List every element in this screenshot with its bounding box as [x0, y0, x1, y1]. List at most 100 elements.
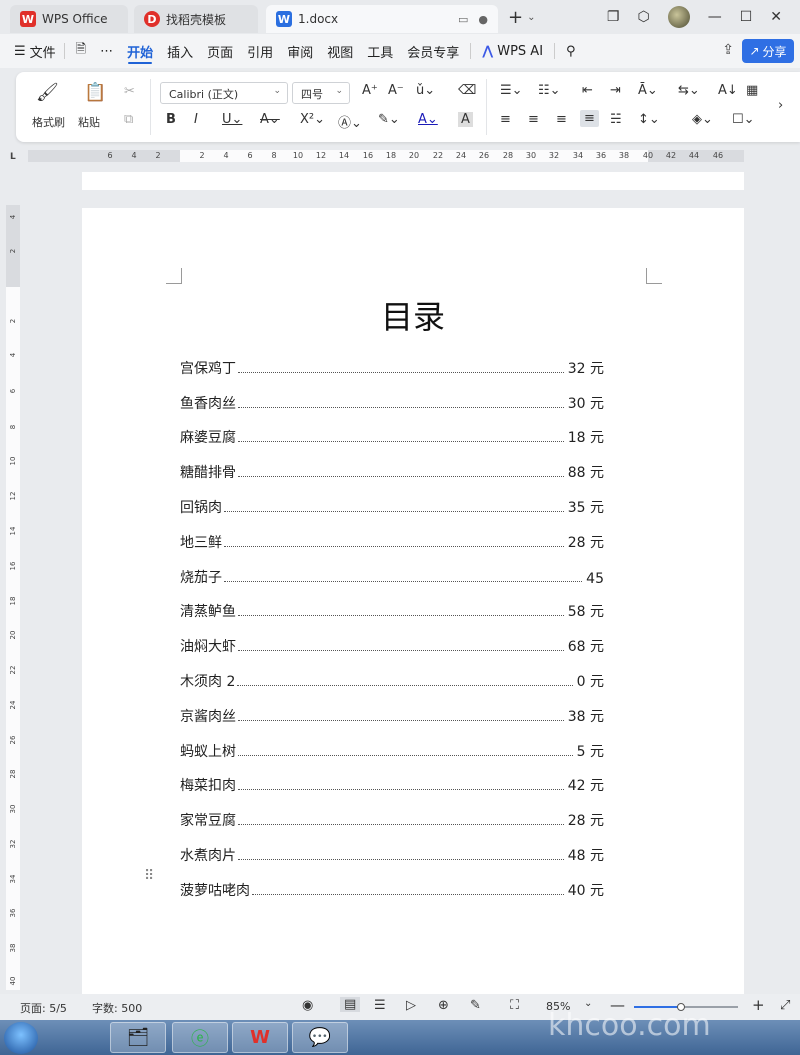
toc-entry[interactable]: 菠萝咕咾肉 40 元 — [180, 865, 604, 900]
decrease-indent-icon[interactable]: ⇤ — [582, 83, 593, 98]
toc-entry[interactable]: 糖醋排骨 88 元 — [180, 447, 604, 482]
chevron-right-icon[interactable]: › — [778, 98, 783, 113]
strikethrough-icon[interactable]: A⌄ — [260, 112, 280, 127]
align-center-icon[interactable]: ≡ — [528, 112, 539, 127]
menu-page[interactable]: 页面 — [200, 34, 240, 68]
screen-icon[interactable]: ▭ — [458, 13, 468, 26]
tab-document[interactable]: W 1.docx ▭ ● — [266, 5, 498, 33]
paste-icon[interactable]: 📋 — [84, 82, 106, 103]
italic-icon[interactable]: I — [194, 112, 198, 127]
document-page[interactable]: 目录 宫保鸡丁 32 元鱼香肉丝 30 元麻婆豆腐 18 元糖醋排骨 88 元回锅肉 35… — [82, 208, 744, 994]
text-direction-icon[interactable]: Ā⌄ — [638, 83, 658, 98]
maximize-icon[interactable]: ☐ — [740, 9, 753, 25]
fit-page-icon[interactable]: ⛶ — [510, 998, 519, 1013]
menu-file[interactable]: ☰ 文件 — [0, 34, 60, 68]
toc-entry[interactable]: 蚂蚁上树 5 元 — [180, 726, 604, 761]
font-grow-icon[interactable]: A⁺ — [362, 83, 378, 98]
tab-template[interactable]: D 找稻壳模板 — [134, 5, 258, 33]
eye-icon[interactable]: ◉ — [302, 998, 313, 1013]
dot-icon[interactable]: ● — [478, 13, 488, 26]
menu-member[interactable]: 会员专享 — [400, 34, 466, 68]
toc-entry[interactable]: 油焖大虾 68 元 — [180, 621, 604, 656]
toc-entry[interactable]: 宫保鸡丁 32 元 — [180, 343, 604, 378]
horizontal-ruler[interactable]: 6 4 2 2 4 6 8 10 12 14 16 18 20 22 24 26… — [28, 150, 744, 162]
underline-icon[interactable]: U⌄ — [222, 112, 242, 127]
font-size-select[interactable]: 四号 ⌄ — [292, 82, 350, 104]
increase-indent-icon[interactable]: ⇥ — [610, 83, 621, 98]
word-count[interactable]: 字数: 500 — [92, 1000, 142, 1016]
toc-title[interactable]: 目录 — [82, 292, 744, 338]
restore-window-icon[interactable]: ❐ — [607, 9, 620, 25]
highlight-icon[interactable]: ✎⌄ — [378, 112, 400, 127]
paste-label[interactable]: 粘贴 — [78, 114, 100, 130]
page-indicator[interactable]: 页面: 5/5 — [20, 1000, 67, 1016]
toc-entry[interactable]: 水煮肉片 48 元 — [180, 830, 604, 865]
toc-entry[interactable]: 家常豆腐 28 元 — [180, 795, 604, 830]
page-view-icon[interactable]: ▤ — [340, 997, 361, 1012]
menu-insert[interactable]: 插入 — [160, 34, 200, 68]
menu-references[interactable]: 引用 — [240, 34, 280, 68]
start-button[interactable] — [4, 1022, 38, 1054]
cloud-upload-icon[interactable]: ⇪ — [722, 42, 734, 58]
minimize-icon[interactable]: — — [708, 9, 722, 25]
sort-icon[interactable]: A↓ — [718, 83, 738, 98]
drag-handle-icon[interactable]: ⠿ — [144, 868, 154, 884]
ie-browser-icon[interactable]: ⓔ — [172, 1022, 228, 1053]
toc-entry[interactable]: 鱼香肉丝 30 元 — [180, 378, 604, 413]
outline-view-icon[interactable]: ☰ — [374, 998, 386, 1013]
distribute-icon[interactable]: ☵ — [610, 112, 622, 127]
more-icon[interactable]: ⋯ — [93, 34, 120, 68]
web-view-icon[interactable]: ⊕ — [438, 998, 449, 1013]
menu-review[interactable]: 审阅 — [280, 34, 320, 68]
tab-wps-office[interactable]: W WPS Office — [10, 5, 128, 33]
tab-stop-selector[interactable]: L — [10, 152, 16, 162]
explorer-icon[interactable]: 🗂 — [110, 1022, 166, 1053]
bold-icon[interactable]: B — [166, 112, 176, 127]
toc-entry[interactable]: 京酱肉丝 38 元 — [180, 691, 604, 726]
fullscreen-icon[interactable]: ⤢ — [780, 998, 790, 1013]
numbered-list-icon[interactable]: ☷⌄ — [538, 83, 561, 98]
toc-entry[interactable]: 清蒸鲈鱼 58 元 — [180, 587, 604, 622]
save-icon[interactable]: 🗎 — [69, 34, 93, 68]
new-tab-icon[interactable]: + — [508, 7, 523, 28]
copy-icon[interactable]: ⧉ — [124, 112, 133, 127]
table-of-contents[interactable]: 宫保鸡丁 32 元鱼香肉丝 30 元麻婆豆腐 18 元糖醋排骨 88 元回锅肉 35 元地… — [180, 343, 604, 900]
bullet-list-icon[interactable]: ☰⌄ — [500, 83, 523, 98]
menu-view[interactable]: 视图 — [320, 34, 360, 68]
chevron-down-icon[interactable]: ⌄ — [527, 12, 535, 23]
toc-entry[interactable]: 麻婆豆腐 18 元 — [180, 413, 604, 448]
avatar[interactable] — [667, 6, 690, 28]
wps-taskbar-icon[interactable]: W — [232, 1022, 288, 1053]
superscript-icon[interactable]: X²⌄ — [300, 112, 325, 127]
align-left-icon[interactable]: ≡ — [500, 112, 511, 127]
line-direction-icon[interactable]: ⇆⌄ — [678, 83, 700, 98]
phonetic-icon[interactable]: ǔ⌄ — [416, 83, 435, 98]
show-marks-icon[interactable]: ▦ — [746, 83, 758, 98]
align-right-icon[interactable]: ≡ — [556, 112, 567, 127]
search-icon[interactable]: ⚲ — [559, 34, 583, 68]
menu-tools[interactable]: 工具 — [360, 34, 400, 68]
menu-wps-ai[interactable]: ⋀ WPS AI — [475, 34, 550, 68]
vertical-ruler[interactable]: 4 2 2 4 6 8 10 12 14 16 18 20 22 24 26 2… — [6, 205, 20, 990]
font-color-icon[interactable]: A⌄ — [418, 112, 438, 127]
font-shrink-icon[interactable]: A⁻ — [388, 83, 404, 98]
toc-entry[interactable]: 回锅肉 35 元 — [180, 482, 604, 517]
toc-entry[interactable]: 地三鲜 28 元 — [180, 517, 604, 552]
share-button[interactable]: ↗ 分享 — [742, 39, 794, 63]
toc-entry[interactable]: 梅菜扣肉 42 元 — [180, 761, 604, 796]
cut-icon[interactable]: ✂ — [124, 84, 135, 99]
clear-format-icon[interactable]: ⌫ — [458, 83, 476, 98]
cube-icon[interactable]: ⬡ — [637, 9, 649, 25]
font-name-select[interactable]: Calibri (正文) ⌄ — [160, 82, 288, 104]
justify-icon[interactable]: ≡ — [580, 110, 599, 127]
wechat-icon[interactable]: 💬 — [292, 1022, 348, 1053]
menu-home[interactable]: 开始 — [120, 34, 160, 68]
pen-icon[interactable]: ✎ — [470, 998, 481, 1013]
zoom-in-icon[interactable]: + — [752, 996, 765, 1014]
format-painter-label[interactable]: 格式刷 — [32, 114, 65, 130]
char-shading-icon[interactable]: A — [458, 112, 473, 127]
border-icon[interactable]: ☐⌄ — [732, 112, 755, 127]
toc-entry[interactable]: 烧茄子 45 — [180, 552, 604, 587]
close-icon[interactable]: ✕ — [770, 9, 782, 25]
play-icon[interactable]: ▷ — [406, 998, 416, 1013]
